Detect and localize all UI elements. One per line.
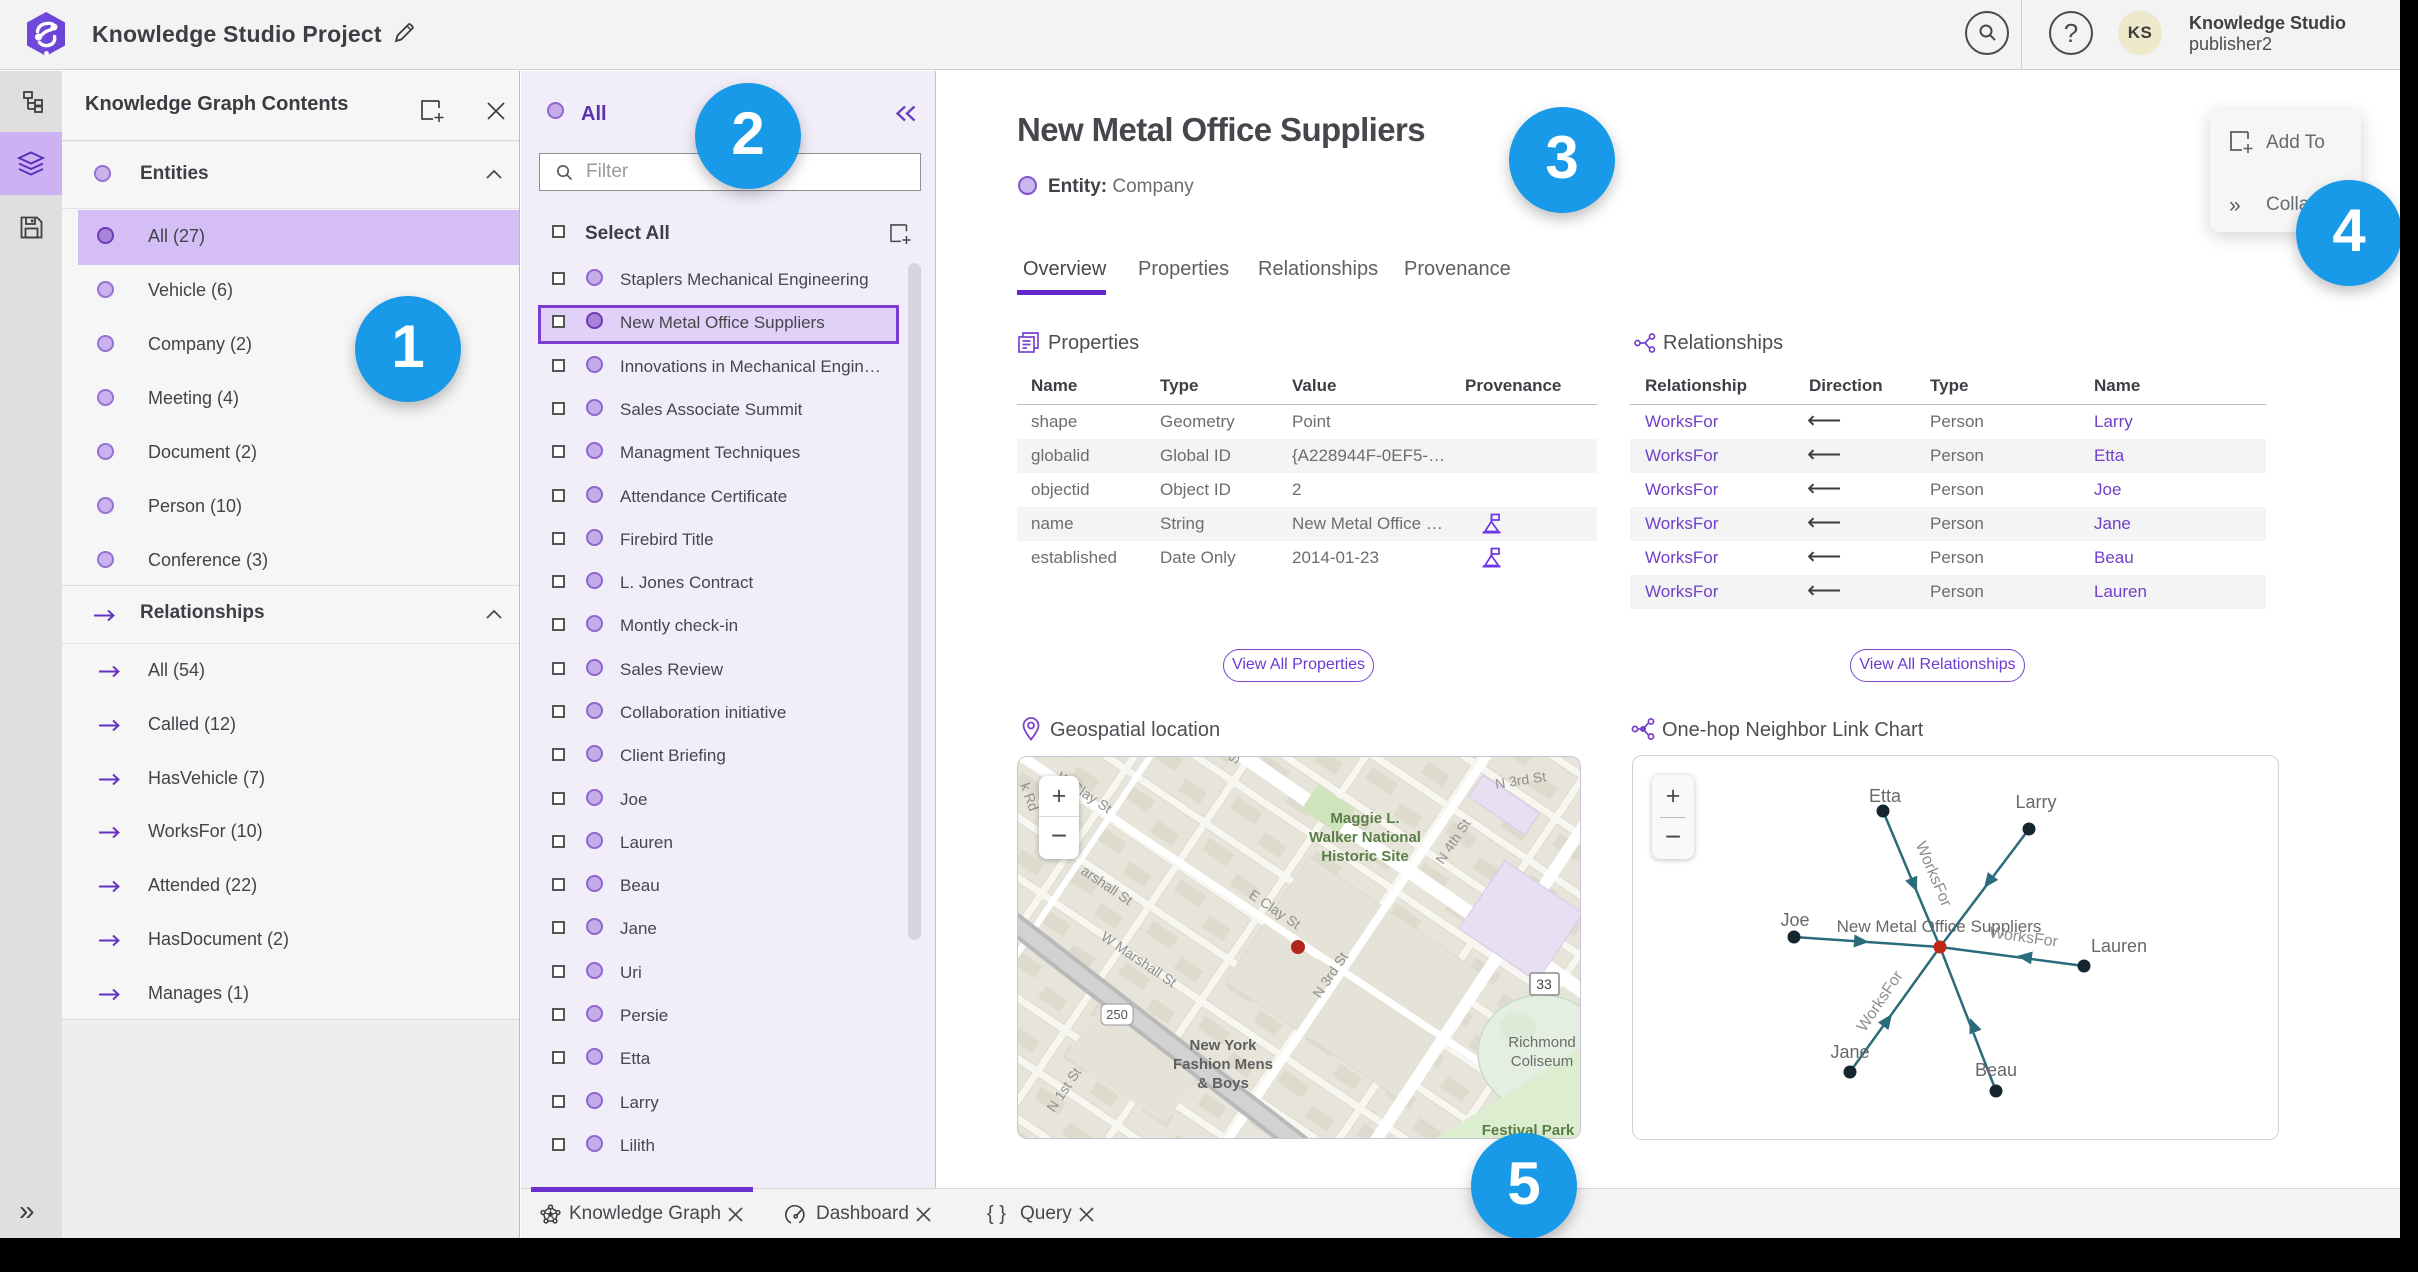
svg-text:& Boys: & Boys [1197, 1075, 1249, 1092]
svg-text:33: 33 [1536, 976, 1552, 992]
svg-text:New York: New York [1190, 1037, 1258, 1054]
svg-text:WorksFor: WorksFor [1988, 924, 2059, 951]
svg-text:Jane: Jane [1830, 1042, 1869, 1062]
svg-text:250: 250 [1106, 1007, 1128, 1022]
svg-text:Beau: Beau [1975, 1060, 2017, 1080]
svg-text:Coliseum: Coliseum [1511, 1053, 1574, 1070]
svg-text:Joe: Joe [1780, 910, 1809, 930]
svg-text:Historic Site: Historic Site [1321, 848, 1409, 865]
svg-text:Lauren: Lauren [2091, 936, 2147, 956]
svg-text:WorksFor: WorksFor [1854, 968, 1907, 1035]
svg-text:Richmond: Richmond [1508, 1034, 1576, 1051]
svg-text:Walker National: Walker National [1309, 829, 1421, 846]
svg-text:WorksFor: WorksFor [1912, 839, 1955, 910]
svg-text:Larry: Larry [2015, 792, 2056, 812]
svg-text:Fashion Mens: Fashion Mens [1173, 1056, 1273, 1073]
svg-text:Maggie L.: Maggie L. [1330, 810, 1399, 827]
svg-text:Etta: Etta [1869, 786, 1902, 806]
